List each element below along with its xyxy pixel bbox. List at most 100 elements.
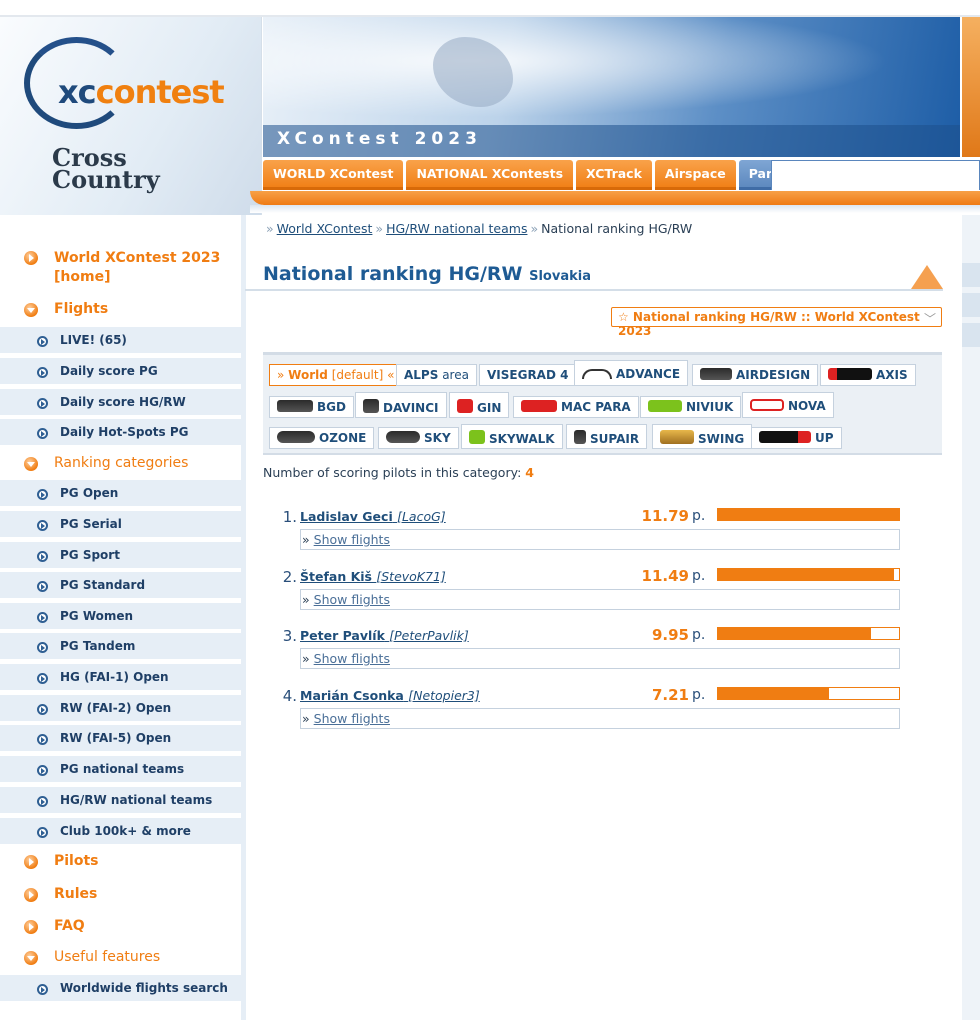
breadcrumb-hgrw-national-teams[interactable]: HG/RW national teams: [386, 221, 527, 236]
sidebar-item-pilots[interactable]: Pilots: [0, 853, 241, 869]
sidebar-item-flights[interactable]: Flights: [0, 301, 241, 317]
sidebar-item-hgrw-national-teams[interactable]: HG/RW national teams: [0, 787, 241, 815]
score-bar-fill: [718, 509, 899, 520]
show-flights-link[interactable]: Show flights: [314, 711, 390, 726]
sidebar-item-rw-fai5[interactable]: RW (FAI-5) Open: [0, 725, 241, 753]
sky-logo-icon: [386, 431, 420, 443]
sidebar-item-useful[interactable]: Useful features: [0, 949, 241, 965]
filter-alps[interactable]: ALPS area: [396, 364, 477, 386]
macpara-logo-icon: [521, 400, 557, 412]
header-banner: XContest 2023: [263, 17, 960, 157]
expand-icon: [24, 457, 38, 471]
filter-skywalk[interactable]: SKYWALK: [461, 424, 563, 449]
filter-nova[interactable]: NOVA: [742, 392, 834, 418]
sidebar-item-ranking[interactable]: Ranking categories: [0, 455, 241, 471]
bullet-icon: [37, 796, 48, 807]
filter-swing[interactable]: SWING: [652, 424, 753, 449]
show-flights-link[interactable]: Show flights: [314, 651, 390, 666]
show-flights-link[interactable]: Show flights: [314, 592, 390, 607]
sidebar-item-pg-national-teams[interactable]: PG national teams: [0, 756, 241, 784]
filter-world[interactable]: » World [default] «: [269, 364, 403, 386]
sidebar-item-hot-spots[interactable]: Daily Hot-Spots PG: [0, 419, 241, 447]
filter-airdesign[interactable]: AIRDESIGN: [692, 364, 819, 386]
bullet-icon: [37, 704, 48, 715]
show-flights-row: » Show flights: [300, 648, 900, 669]
sidebar-item-pg-women[interactable]: PG Women: [0, 603, 241, 631]
tab-world-xcontest[interactable]: WORLD XContest: [263, 160, 404, 190]
up-logo-icon: [759, 431, 811, 443]
rank-number: 4.: [282, 687, 297, 705]
filter-ozone[interactable]: OZONE: [269, 427, 375, 449]
rank-number: 3.: [282, 627, 297, 645]
logo-cross-country: Cross Country: [52, 143, 160, 194]
sidebar-item-flights-search[interactable]: Worldwide flights search: [0, 975, 241, 1003]
pilot-link[interactable]: Štefan Kiš [StevoK71]: [300, 569, 446, 584]
show-flights-row: » Show flights: [300, 589, 900, 610]
sidebar-item-live[interactable]: LIVE! (65): [0, 327, 241, 355]
sidebar-item-daily-score-pg[interactable]: Daily score PG: [0, 358, 241, 386]
logo-xcontest: xccontest: [58, 73, 225, 111]
rank-number: 1.: [282, 508, 297, 526]
filter-mac-para[interactable]: MAC PARA: [513, 396, 639, 418]
ranking-selector[interactable]: ☆ National ranking HG/RW :: World XConte…: [611, 307, 942, 338]
ozone-logo-icon: [277, 431, 315, 443]
sidebar-item-faq[interactable]: FAQ: [0, 918, 241, 934]
content-left-edge: [241, 215, 246, 1020]
show-flights-row: » Show flights: [300, 529, 900, 550]
axis-logo-icon: [828, 368, 872, 380]
sidebar-item-rw-fai2[interactable]: RW (FAI-2) Open: [0, 695, 241, 723]
filter-advance[interactable]: ADVANCE: [574, 360, 689, 386]
corner-triangle-icon: [911, 265, 943, 289]
sidebar-item-pg-standard[interactable]: PG Standard: [0, 572, 241, 600]
sidebar-item-pg-open[interactable]: PG Open: [0, 480, 241, 508]
pilot-link[interactable]: Marián Csonka [Netopier3]: [300, 688, 480, 703]
nav-underline-bar: [250, 191, 980, 213]
sidebar-item-pg-sport[interactable]: PG Sport: [0, 542, 241, 570]
show-flights-link[interactable]: Show flights: [314, 532, 390, 547]
bullet-icon: [37, 581, 48, 592]
main-nav: WORLD XContest NATIONAL XContests XCTrac…: [263, 160, 843, 190]
page-heading: National ranking HG/RW Slovakia: [245, 263, 943, 291]
expand-icon: [24, 303, 38, 317]
airdesign-logo-icon: [700, 368, 732, 380]
pilot-score: 9.95: [651, 626, 689, 644]
site-logo[interactable]: xccontest Cross Country: [0, 17, 262, 215]
skywalk-logo-icon: [469, 430, 485, 444]
page-title: National ranking HG/RW Slovakia: [263, 263, 591, 285]
nav-filler: [771, 160, 980, 190]
bullet-icon: [37, 673, 48, 684]
bullet-icon: [37, 520, 48, 531]
score-unit: p.: [692, 568, 706, 584]
tab-xctrack[interactable]: XCTrack: [576, 160, 652, 190]
breadcrumb-world-xcontest[interactable]: World XContest: [277, 221, 373, 236]
filter-supair[interactable]: SUPAIR: [566, 424, 648, 449]
tab-national-xcontests[interactable]: NATIONAL XContests: [406, 160, 574, 190]
pilot-link[interactable]: Ladislav Geci [LacoG]: [300, 509, 446, 524]
right-column: [962, 215, 980, 1020]
pilot-link[interactable]: Peter Pavlík [PeterPavlik]: [300, 628, 469, 643]
pilot-score: 11.49: [641, 567, 689, 585]
sidebar-item-pg-serial[interactable]: PG Serial: [0, 511, 241, 539]
tab-airspace[interactable]: Airspace: [654, 160, 736, 190]
filter-bgd[interactable]: BGD: [269, 396, 354, 418]
filter-davinci[interactable]: DAVINCI: [355, 392, 447, 418]
scoring-count-value: 4: [525, 465, 534, 480]
sidebar-item-club-100k[interactable]: Club 100k+ & more: [0, 818, 241, 846]
filter-sky[interactable]: SKY: [378, 427, 459, 449]
brand-filter: » World [default] « ALPS area VISEGRAD 4…: [263, 352, 942, 455]
sidebar-item-world-home[interactable]: World XContest 2023 [home]: [0, 249, 241, 287]
sidebar-item-rules[interactable]: Rules: [0, 886, 241, 902]
sidebar-item-pg-tandem[interactable]: PG Tandem: [0, 633, 241, 661]
filter-niviuk[interactable]: NIVIUK: [640, 396, 742, 418]
sidebar-item-hg-fai1[interactable]: HG (FAI-1) Open: [0, 664, 241, 692]
niviuk-logo-icon: [648, 400, 682, 412]
score-bar-fill: [718, 569, 895, 580]
filter-axis[interactable]: AXIS: [820, 364, 916, 386]
filter-gin[interactable]: GIN: [449, 392, 510, 418]
chevron-down-icon: ﹀: [923, 312, 936, 326]
score-unit: p.: [692, 627, 706, 643]
sidebar-item-daily-score-hg[interactable]: Daily score HG/RW: [0, 389, 241, 417]
filter-up[interactable]: UP: [751, 427, 842, 449]
filter-visegrad4[interactable]: VISEGRAD 4: [479, 364, 577, 386]
bullet-icon: [37, 398, 48, 409]
